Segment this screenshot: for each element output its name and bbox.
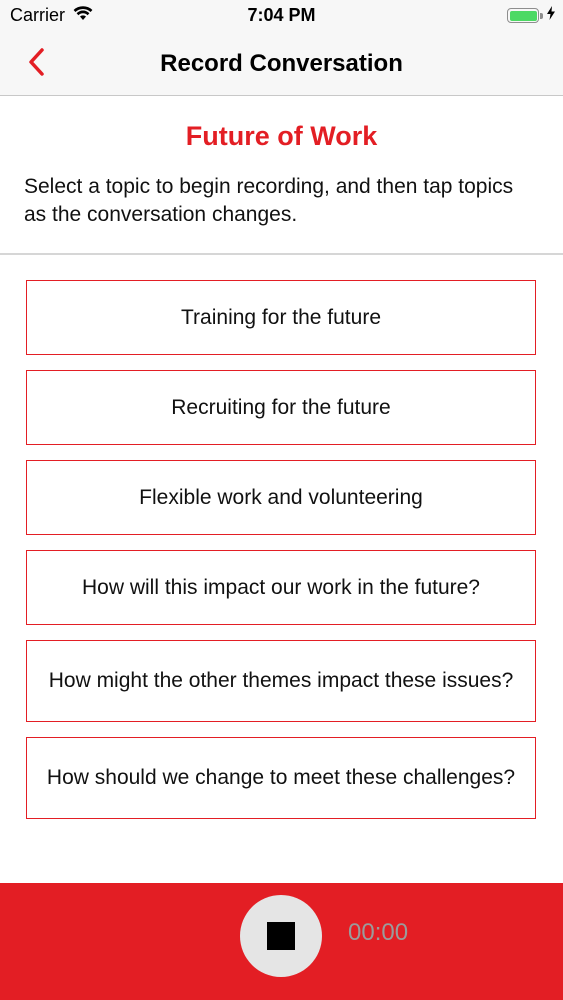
bolt-icon [547, 6, 555, 25]
status-bar: Carrier 7:04 PM [0, 0, 563, 32]
topic-button[interactable]: How will this impact our work in the fut… [26, 550, 536, 625]
topic-label: How might the other themes impact these … [48, 669, 514, 692]
topic-label: How will this impact our work in the fut… [82, 575, 480, 599]
nav-bar: Record Conversation [0, 32, 563, 96]
topic-button[interactable]: Recruiting for the future [26, 370, 536, 445]
battery-tip [540, 12, 543, 19]
recorder-bar: 00:00 [0, 883, 563, 1000]
topic-header: Future of Work Select a topic to begin r… [0, 97, 563, 255]
stop-icon [267, 922, 295, 950]
battery-fill [509, 10, 537, 21]
status-right [507, 6, 555, 25]
status-time: 7:04 PM [247, 5, 316, 25]
topic-label: Flexible work and volunteering [139, 485, 423, 509]
topic-button[interactable]: Flexible work and volunteering [26, 460, 536, 535]
battery-icon [507, 8, 539, 23]
page-title: Future of Work [185, 121, 378, 151]
stop-button[interactable] [240, 895, 322, 977]
nav-title: Record Conversation [160, 50, 403, 77]
topic-button[interactable]: How might the other themes impact these … [26, 640, 536, 722]
recording-timer: 00:00 [348, 919, 409, 946]
screen: Carrier 7:04 PM Record Conversation Futu… [0, 0, 563, 1000]
topic-label: Recruiting for the future [171, 395, 391, 419]
topic-button[interactable]: Training for the future [26, 280, 536, 355]
topic-button[interactable]: How should we change to meet these chall… [26, 737, 536, 819]
topic-label: How should we change to meet these chall… [46, 766, 516, 789]
topic-label: Training for the future [181, 305, 381, 329]
instructions-text: Select a topic to begin recording, and t… [24, 175, 514, 226]
